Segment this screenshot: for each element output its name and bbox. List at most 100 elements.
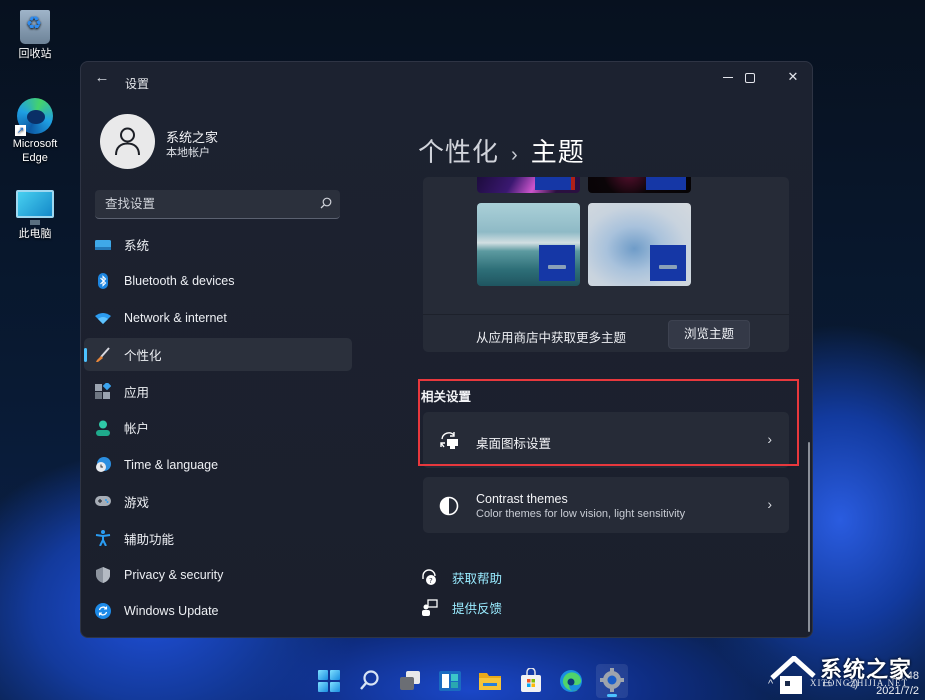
accessibility-icon (95, 530, 111, 546)
windows-logo-icon (318, 670, 328, 680)
sidebar-item-windows-update[interactable]: Windows Update (84, 595, 352, 628)
sidebar-item-bluetooth[interactable]: Bluetooth & devices (84, 265, 352, 298)
edge-icon (15, 98, 53, 136)
desktop-icon-settings-icon (440, 432, 458, 449)
theme-thumbnail[interactable] (588, 203, 691, 286)
widgets-icon[interactable] (437, 668, 463, 694)
desktop-icon-edge[interactable]: Microsoft Edge (4, 98, 66, 165)
link-label: 获取帮助 (452, 571, 503, 586)
sidebar-item-label: 系统 (124, 239, 150, 253)
row-title: 桌面图标设置 (476, 437, 552, 451)
contrast-icon (439, 496, 459, 516)
apps-icon (95, 383, 111, 400)
related-settings-header: 相关设置 (421, 390, 472, 404)
sidebar-item-system[interactable]: 系统 (84, 228, 352, 261)
search-icon[interactable] (356, 668, 382, 694)
sidebar-item-network[interactable]: Network & internet (84, 301, 352, 334)
bluetooth-icon (98, 273, 108, 290)
close-icon: ✕ (787, 69, 799, 84)
file-explorer-icon[interactable] (477, 668, 503, 694)
sidebar-item-label: 辅助功能 (124, 532, 175, 547)
contrast-themes-row[interactable]: Contrast themes Color themes for low vis… (423, 477, 789, 533)
back-button[interactable]: ← (91, 70, 113, 86)
theme-thumbnail[interactable] (477, 177, 580, 193)
maximize-button[interactable] (733, 66, 767, 88)
browse-themes-button[interactable]: 浏览主题 (668, 320, 750, 349)
page-title: 主题 (530, 137, 585, 167)
settings-taskbar-button[interactable] (596, 664, 628, 698)
account-type: 本地帐户 (166, 147, 210, 159)
shield-icon (96, 566, 110, 583)
link-label: 提供反馈 (452, 601, 503, 616)
person-icon (96, 420, 110, 436)
sidebar-item-label: 个性化 (124, 349, 162, 364)
window-preview-icon (650, 245, 686, 281)
sidebar-nav: 系统 Bluetooth & devices Network & interne… (84, 228, 352, 632)
themes-card: 从应用商店中获取更多主题 浏览主题 (423, 177, 789, 352)
close-button[interactable]: ✕ (776, 66, 810, 88)
window-preview-icon (646, 177, 686, 190)
content-scrollbar[interactable] (808, 442, 810, 632)
arrow-left-icon: ← (94, 69, 110, 86)
gamepad-icon (95, 496, 111, 507)
search-icon[interactable] (320, 197, 332, 209)
desktop-icon-label: 此电脑 (18, 228, 52, 240)
row-title: Contrast themes (476, 492, 568, 506)
desktop-icon-recycle-bin[interactable]: 回收站 (4, 10, 66, 61)
give-feedback-link[interactable]: 提供反馈 (421, 597, 502, 617)
desktop-icon-label: Microsoft Edge (12, 138, 58, 164)
gear-icon (600, 668, 624, 692)
clock-time[interactable]: 14:48 (891, 670, 919, 682)
desktop-icon-this-pc[interactable]: 此电脑 (4, 190, 66, 241)
avatar[interactable] (100, 114, 155, 169)
sidebar-item-label: Privacy & security (124, 567, 224, 582)
svg-text:?: ? (429, 577, 433, 585)
sidebar-item-accessibility[interactable]: 辅助功能 (84, 522, 352, 555)
system-tray: ^ ▭ ◁) 14:48 2021/7/2 (760, 666, 925, 700)
person-icon (115, 127, 140, 156)
search-input[interactable] (95, 190, 340, 218)
themes-footer: 从应用商店中获取更多主题 浏览主题 (423, 314, 789, 352)
search-box[interactable] (95, 190, 340, 219)
chevron-right-icon: › (767, 496, 772, 512)
breadcrumb-parent[interactable]: 个性化 (418, 137, 499, 167)
title-bar[interactable]: ← 设置 ✕ (81, 62, 812, 92)
sidebar-item-privacy[interactable]: Privacy & security (84, 558, 352, 591)
settings-window: ← 设置 ✕ 系统之家 本地帐户 系统 Bluetooth & devices (80, 61, 813, 638)
breadcrumb-separator-icon: › (511, 144, 519, 166)
windows-logo-icon (330, 682, 340, 692)
sidebar-item-label: 帐户 (124, 422, 150, 437)
sidebar-item-gaming[interactable]: 游戏 (84, 485, 352, 518)
sidebar-item-apps[interactable]: 应用 (84, 375, 352, 408)
windows-logo-icon (330, 670, 340, 680)
sidebar-item-personalization[interactable]: 个性化 (84, 338, 352, 372)
clock-date[interactable]: 2021/7/2 (876, 685, 919, 697)
minimize-icon (723, 77, 733, 79)
feedback-icon (422, 598, 438, 616)
app-title: 设置 (125, 77, 150, 91)
volume-icon[interactable]: ◁) (846, 677, 858, 690)
clock-globe-icon (96, 456, 111, 472)
windows-logo-icon (318, 682, 328, 692)
microsoft-store-icon[interactable] (518, 668, 544, 694)
window-preview-icon (535, 177, 575, 190)
breadcrumb: 个性化 › 主题 (418, 132, 585, 169)
desktop-icon-settings-row[interactable]: 桌面图标设置 › (423, 412, 789, 468)
monitor-icon (16, 190, 54, 225)
sidebar-item-label: Network & internet (124, 310, 227, 325)
show-hidden-icons-button[interactable]: ^ (768, 678, 773, 690)
sidebar-item-time-language[interactable]: Time & language (84, 448, 352, 481)
network-icon[interactable]: ▭ (822, 677, 832, 690)
update-icon (95, 603, 111, 620)
task-view-icon[interactable] (397, 668, 423, 694)
edge-icon[interactable] (558, 668, 584, 694)
get-more-themes-text: 从应用商店中获取更多主题 (476, 331, 627, 345)
theme-thumbnail[interactable] (477, 203, 580, 286)
theme-thumbnail[interactable] (588, 177, 691, 193)
sidebar-item-label: Bluetooth & devices (124, 274, 235, 289)
sidebar-item-label: 应用 (124, 385, 150, 400)
get-help-link[interactable]: ? 获取帮助 (421, 567, 502, 587)
start-button[interactable] (316, 668, 342, 694)
row-subtitle: Color themes for low vision, light sensi… (476, 508, 686, 520)
sidebar-item-accounts[interactable]: 帐户 (84, 411, 352, 444)
